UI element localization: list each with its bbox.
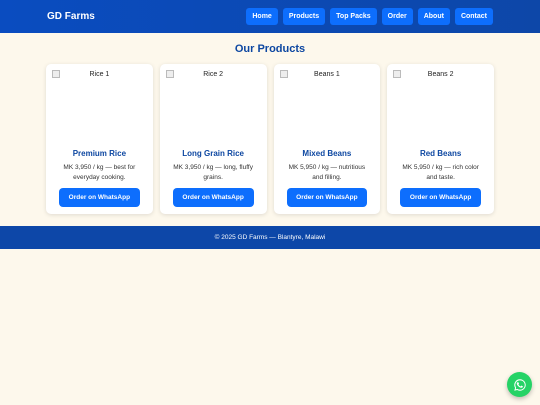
product-image: Rice 2 [165, 70, 261, 140]
product-description: MK 5,950 / kg — rich color and taste. [402, 164, 479, 181]
whatsapp-float-button[interactable] [507, 372, 532, 397]
broken-image-icon [393, 70, 402, 78]
brand-logo[interactable]: GD Farms [47, 11, 95, 22]
product-grid: Rice 1 Premium Rice MK 3,950 / kg — best… [46, 64, 494, 214]
nav-home[interactable]: Home [246, 8, 278, 25]
product-image-alt: Rice 1 [89, 71, 110, 78]
nav-products[interactable]: Products [282, 8, 326, 25]
broken-image-icon [279, 70, 288, 78]
product-name: Premium Rice [72, 149, 127, 158]
main-nav: Home Products Top Packs Order About Cont… [246, 8, 493, 25]
broken-image-icon [165, 70, 174, 78]
product-description: MK 3,950 / kg — long, fluffy grains. [173, 164, 253, 181]
whatsapp-icon [513, 378, 526, 391]
product-image-alt: Rice 2 [203, 71, 224, 78]
product-image-alt: Beans 1 [314, 71, 340, 78]
order-whatsapp-button[interactable]: Order on WhatsApp [172, 188, 254, 207]
product-name: Red Beans [419, 149, 462, 158]
site-footer: © 2025 GD Farms — Blantyre, Malawi [0, 226, 540, 249]
product-name: Mixed Beans [302, 149, 352, 158]
product-image: Beans 1 [279, 70, 375, 140]
product-name: Long Grain Rice [182, 149, 245, 158]
product-description: MK 3,950 / kg — best for everyday cookin… [63, 164, 136, 181]
broken-image-icon [52, 70, 60, 78]
product-card: Beans 1 Mixed Beans MK 5,950 / kg — nutr… [273, 64, 381, 214]
product-image: Rice 1 [52, 70, 147, 140]
product-image-alt: Beans 2 [427, 71, 454, 78]
site-header: GD Farms Home Products Top Packs Order A… [0, 0, 540, 33]
product-description: MK 5,950 / kg — nutritious and filling. [288, 164, 366, 181]
nav-order[interactable]: Order [381, 8, 413, 25]
order-whatsapp-button[interactable]: Order on WhatsApp [400, 188, 481, 207]
order-whatsapp-button[interactable]: Order on WhatsApp [286, 188, 368, 207]
nav-about[interactable]: About [417, 8, 450, 25]
product-card: Rice 1 Premium Rice MK 3,950 / kg — best… [46, 64, 153, 214]
product-image: Beans 2 [393, 70, 488, 140]
nav-contact[interactable]: Contact [454, 8, 493, 25]
product-card: Rice 2 Long Grain Rice MK 3,950 / kg — l… [159, 64, 267, 214]
footer-text: © 2025 GD Farms — Blantyre, Malawi [214, 234, 326, 241]
nav-top-packs[interactable]: Top Packs [330, 8, 377, 25]
products-title: Our Products [234, 43, 306, 55]
order-whatsapp-button[interactable]: Order on WhatsApp [59, 188, 140, 207]
product-card: Beans 2 Red Beans MK 5,950 / kg — rich c… [387, 64, 494, 214]
